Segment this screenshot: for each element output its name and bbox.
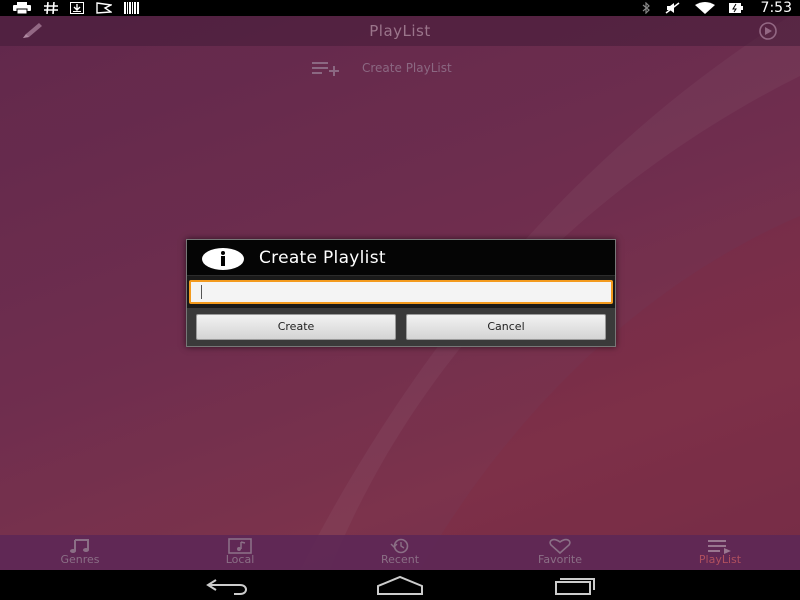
tab-local[interactable]: Local bbox=[160, 535, 320, 570]
app-screen: PlayList Create PlayList Create Playlist… bbox=[0, 16, 800, 570]
history-icon bbox=[390, 538, 409, 554]
create-playlist-dialog: Create Playlist Create Cancel bbox=[186, 239, 616, 347]
tab-playlist-label: PlayList bbox=[698, 553, 742, 566]
status-bar: 7:53 bbox=[0, 0, 800, 16]
playlist-name-input[interactable] bbox=[189, 280, 613, 304]
hashtag-icon bbox=[44, 2, 58, 14]
barcode-icon bbox=[124, 2, 139, 14]
music-note-icon bbox=[70, 539, 89, 553]
tab-favorite-label: Favorite bbox=[538, 553, 582, 566]
home-icon[interactable] bbox=[376, 574, 424, 596]
tab-recent[interactable]: Recent bbox=[320, 535, 480, 570]
navigation-bar bbox=[0, 570, 800, 600]
dialog-title-bar: Create Playlist bbox=[187, 240, 615, 276]
heart-icon bbox=[549, 538, 571, 554]
tab-genres[interactable]: Genres bbox=[0, 535, 160, 570]
wifi-icon bbox=[694, 2, 715, 14]
text-cursor bbox=[201, 285, 202, 299]
mute-icon bbox=[665, 2, 680, 14]
create-button[interactable]: Create bbox=[196, 314, 396, 340]
download-icon bbox=[70, 2, 84, 14]
bluetooth-icon bbox=[642, 2, 650, 14]
bottom-tab-bar: Genres Local Recent Favorite PlayList bbox=[0, 535, 800, 570]
back-icon[interactable] bbox=[204, 574, 252, 596]
info-icon bbox=[202, 248, 244, 270]
battery-icon bbox=[728, 3, 743, 13]
flag-icon bbox=[96, 2, 112, 14]
tab-recent-label: Recent bbox=[380, 553, 420, 566]
playlist-icon bbox=[708, 540, 731, 554]
printer-icon bbox=[13, 2, 31, 14]
dialog-title: Create Playlist bbox=[259, 248, 386, 268]
tab-favorite[interactable]: Favorite bbox=[480, 535, 640, 570]
recents-icon[interactable] bbox=[548, 574, 596, 596]
clock: 7:53 bbox=[760, 0, 792, 16]
tab-local-label: Local bbox=[225, 553, 255, 566]
tab-genres-label: Genres bbox=[60, 553, 100, 566]
cancel-button[interactable]: Cancel bbox=[406, 314, 606, 340]
dialog-button-bar: Create Cancel bbox=[187, 308, 615, 346]
tab-playlist[interactable]: PlayList bbox=[640, 535, 800, 570]
local-music-icon bbox=[228, 538, 252, 554]
